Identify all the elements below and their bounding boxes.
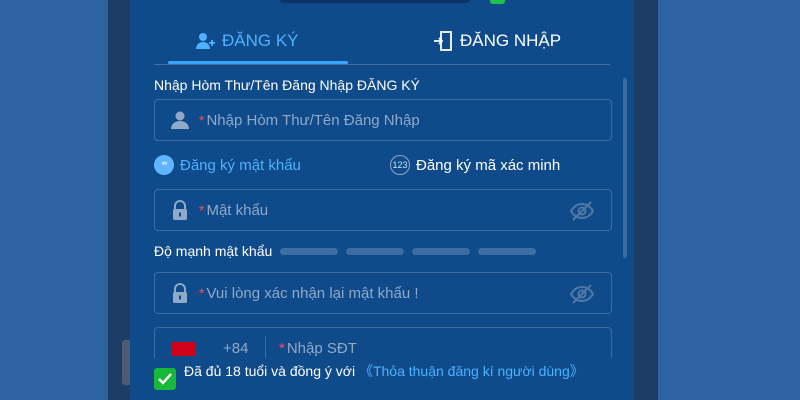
user-agreement-link[interactable]: 《Thỏa thuận đăng kí người dùng》	[359, 363, 584, 379]
strength-bar	[478, 247, 537, 255]
username-label: Nhập Hòm Thư/Tên Đăng Nhập ĐĂNG KÝ	[154, 77, 420, 93]
strength-bar	[280, 247, 339, 255]
confirm-password-placeholder: Vui lòng xác nhận lại mật khẩu !	[206, 284, 419, 302]
code-mode-icon: 123	[390, 155, 410, 175]
tab-register-label: ĐĂNG KÝ	[222, 31, 299, 50]
required-mark: *	[199, 112, 205, 128]
password-mode-icon: **	[154, 155, 174, 175]
phone-placeholder: * Nhập SĐT	[279, 340, 357, 357]
password-strength: Độ mạnh mật khẩu	[154, 243, 544, 259]
agreement-text: Đã đủ 18 tuổi và đồng ý với 《Thỏa thuận …	[184, 362, 614, 380]
tab-login[interactable]: ĐĂNG NHẬP	[432, 20, 561, 62]
strength-bar	[412, 247, 471, 255]
checkmark-icon	[157, 371, 173, 387]
phone-placeholder-text: Nhập SĐT	[286, 340, 357, 357]
password-field[interactable]: * Mật khẩu	[154, 189, 612, 231]
required-mark: *	[199, 285, 205, 301]
password-mode-label: Đăng ký mật khẩu	[180, 156, 301, 174]
country-code[interactable]: +84	[223, 340, 248, 357]
active-tab-indicator	[168, 61, 348, 64]
eye-off-icon[interactable]	[569, 283, 595, 305]
add-user-icon	[194, 30, 216, 52]
username-placeholder: Nhập Hòm Thư/Tên Đăng Nhập	[206, 111, 420, 129]
required-mark: *	[199, 202, 205, 218]
lock-icon	[169, 199, 191, 221]
strength-bar	[346, 247, 405, 255]
password-register-option[interactable]: ** Đăng ký mật khẩu	[154, 155, 301, 175]
background-strip-right	[634, 0, 658, 400]
register-modal: ĐĂNG KÝ ĐĂNG NHẬP Nhập Hòm Thư/Tên Đăng …	[130, 0, 634, 400]
user-icon	[169, 109, 191, 131]
door-icon	[432, 30, 454, 52]
tab-login-label: ĐĂNG NHẬP	[460, 31, 562, 50]
agreement-statement: Đã đủ 18 tuổi và đồng ý với	[184, 363, 359, 379]
vietnam-flag-icon[interactable]	[171, 342, 195, 356]
username-field[interactable]: * Nhập Hòm Thư/Tên Đăng Nhập	[154, 99, 612, 141]
lock-icon	[169, 282, 191, 304]
tab-register[interactable]: ĐĂNG KÝ	[194, 20, 299, 62]
agree-checkbox[interactable]	[154, 368, 176, 390]
password-placeholder: Mật khẩu	[206, 201, 269, 219]
header-title-fragment	[280, 0, 470, 3]
code-mode-label: Đăng ký mã xác minh	[416, 156, 561, 174]
form-scrollbar[interactable]	[623, 78, 627, 258]
header-badge-fragment	[490, 0, 505, 4]
required-mark: *	[279, 340, 285, 357]
code-register-option[interactable]: 123 Đăng ký mã xác minh	[390, 155, 560, 175]
eye-off-icon[interactable]	[569, 200, 595, 222]
modal-header-fragment	[130, 0, 634, 6]
auth-tabs: ĐĂNG KÝ ĐĂNG NHẬP	[154, 20, 610, 65]
register-mode-selector: ** Đăng ký mật khẩu 123 Đăng ký mã xác m…	[154, 155, 612, 177]
strength-label: Độ mạnh mật khẩu	[154, 243, 273, 259]
confirm-password-field[interactable]: * Vui lòng xác nhận lại mật khẩu !	[154, 272, 612, 314]
agreement-row: Đã đủ 18 tuổi và đồng ý với 《Thỏa thuận …	[130, 358, 634, 400]
